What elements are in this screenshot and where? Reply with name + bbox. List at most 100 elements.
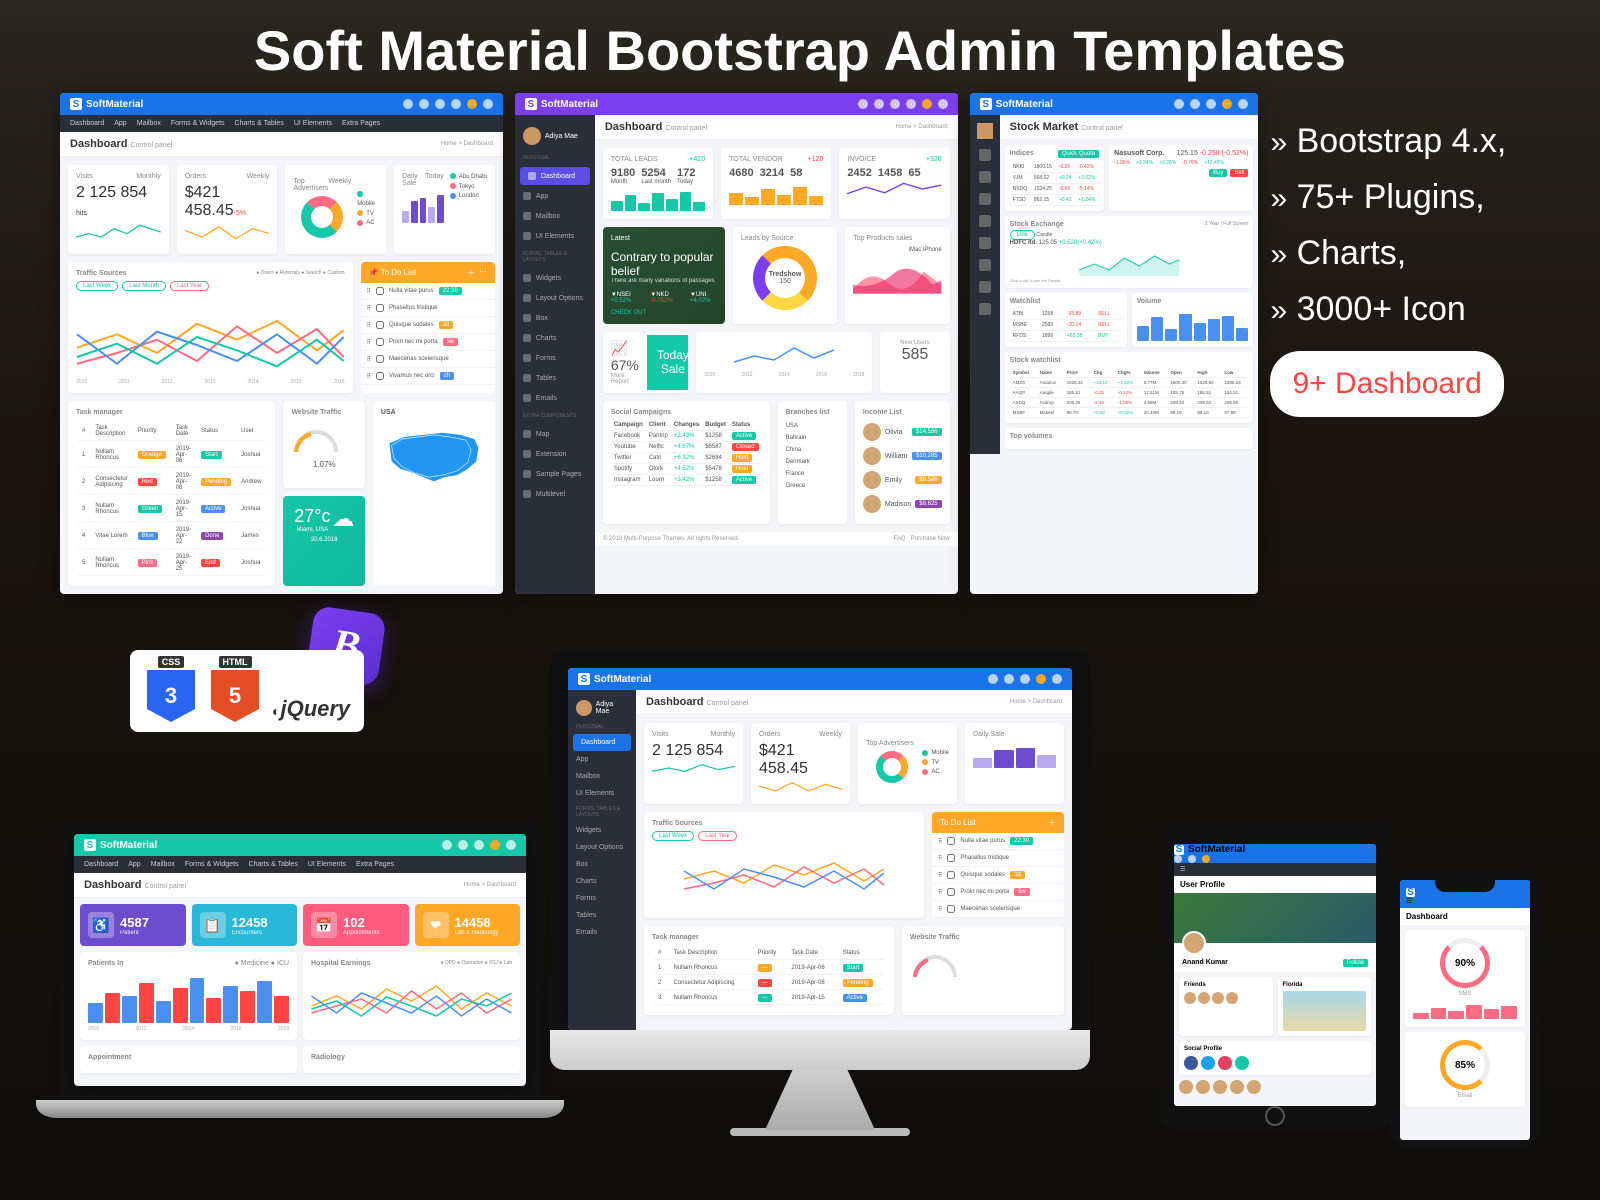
more-icon[interactable]: ⋯ [479,267,487,278]
tab-candle[interactable]: Candle [1036,232,1052,238]
sell-button[interactable]: Sell [1230,169,1248,177]
html5-logo-icon: 5 [211,670,259,722]
sidebar-icon[interactable] [979,281,991,293]
sidebar-item-sample[interactable]: Sample Pages [515,465,595,483]
social-icon[interactable] [1235,1056,1249,1070]
sidebar-item-ui[interactable]: UI Elements [515,227,595,245]
search-icon[interactable] [403,99,413,109]
flag-icon[interactable] [451,99,461,109]
nav-charts[interactable]: Charts & Tables [235,120,284,127]
task-manager: Task manager #Task DescriptionPriorityTa… [68,401,275,586]
nav-forms[interactable]: Forms & Widgets [171,120,225,127]
sidebar-icon[interactable] [979,215,991,227]
laptop-mockup: SSoftMaterial DashboardAppMailboxForms &… [60,820,540,1118]
invoice-card: INVOICE+3202452145865 [839,148,949,219]
avatar[interactable] [467,99,477,109]
sidebar-item-layout[interactable]: Layout Options [515,289,595,307]
quick-quote-button[interactable]: Quick Quote [1058,150,1099,158]
flag-icon[interactable] [906,99,916,109]
sidebar-icon[interactable] [979,259,991,271]
chip-year[interactable]: Last Year [170,281,209,291]
follow-button[interactable]: Follow [1343,959,1368,967]
instagram-icon[interactable] [1218,1056,1232,1070]
sidebar: Adiya Mae PERSONAL Dashboard App Mailbox… [515,115,595,594]
clipboard-icon: 📋 [200,912,226,938]
sidebar-icon[interactable] [979,193,991,205]
sidebar-icon[interactable] [979,237,991,249]
purchase-link[interactable]: Purchase Now [911,536,950,542]
add-todo-icon[interactable]: ＋ [467,267,475,278]
twitter-icon[interactable] [1201,1056,1215,1070]
radiology-card: Radiology [303,1046,520,1073]
sidebar-item-emails[interactable]: Emails [515,389,595,407]
sidebar-icon[interactable] [979,171,991,183]
tab-line[interactable]: Line [1010,230,1035,240]
sidebar-item-extension[interactable]: Extension [515,445,595,463]
checkout-link[interactable]: CHECK OUT [611,310,717,316]
top-volumes-card: Top volumes [1005,428,1254,449]
faq-link[interactable]: FAQ [894,536,906,542]
nav-ui[interactable]: UI Elements [294,120,332,127]
imac-mockup: SSoftMaterial Adiya Mae PERSONAL Dashboa… [550,650,1090,1136]
todo-item[interactable]: ⠿Vivamus nec orci2h [361,368,495,385]
search-icon[interactable] [858,99,868,109]
stock-exchange-card: Stock Exchange1 Year | Full ScreenLine C… [1005,216,1254,288]
chip-month[interactable]: Last Month [122,281,166,291]
bell-icon[interactable] [435,99,445,109]
todo-item[interactable]: ⠿Quisque sodales3d [361,317,495,334]
todo-item[interactable]: ⠿Proin nec mi porta5w [361,334,495,351]
menu-icon[interactable]: ☰ [1406,898,1412,905]
usa-map-card: USA [373,401,495,586]
sidebar-item-map[interactable]: Map [515,425,595,443]
todo-item[interactable]: ⠿Phasellus tristique [361,300,495,317]
chip-week[interactable]: Last Week [76,281,118,291]
mail-icon[interactable] [419,99,429,109]
sidebar-item-tables[interactable]: Tables [515,369,595,387]
website-traffic-card: Website Traffic1.07% [283,401,364,488]
leads-source-card: Leads by SourceTredshow150 [733,227,837,324]
sidebar-icon[interactable] [979,149,991,161]
sidebar-item-charts[interactable]: Charts [515,329,595,347]
vendor-card: TOTAL VENDOR+1204680321458 [721,148,831,219]
settings-icon[interactable] [483,99,493,109]
avatar[interactable] [922,99,932,109]
template-preview-1: SSoftMaterial Dashboard App Mailbox Form… [60,93,503,594]
template-preview-3: SSoftMaterial Stock Market Control panel… [970,93,1259,594]
stock-watchlist-card: Stock watchlist SymbolNamePriceChgChg%Vo… [1005,352,1254,423]
nav-mailbox[interactable]: Mailbox [137,120,161,127]
todo-item[interactable]: ⠿Maecenas scelerisque [361,351,495,368]
sidebar-item-mailbox[interactable]: Mailbox [515,207,595,225]
table-row: 4Vitae LoremBlue2019-Apr-22DoneJames [78,524,265,549]
nav-app[interactable]: App [114,120,126,127]
avatar[interactable] [977,123,993,139]
nav-dashboard[interactable]: Dashboard [70,120,104,127]
sidebar-item-dashboard[interactable]: Dashboard [573,734,631,751]
sidebar-item-dashboard[interactable]: Dashboard [520,167,590,185]
facebook-icon[interactable] [1184,1056,1198,1070]
sidebar-item-widgets[interactable]: Widgets [515,269,595,287]
nav-extra[interactable]: Extra Pages [342,120,380,127]
todo-item[interactable]: ⠿Nulla vitae purus22:30 [361,283,495,300]
stat-card-encounters: 📋12458Encounters [192,904,298,946]
sidebar-item-forms[interactable]: Forms [515,349,595,367]
breadcrumb: Home > Dashboard [441,141,493,147]
sidebar-item-app[interactable]: App [515,187,595,205]
dashboard-count-pill: 9+ Dashboard [1270,351,1503,417]
template-preview-2: SSoftMaterial Adiya Mae PERSONAL Dashboa… [515,93,958,594]
campaigns-card: Social CampaignsCampaignClientChangesBud… [603,401,770,524]
bell-icon[interactable] [890,99,900,109]
sidebar-icon[interactable] [979,303,991,315]
page-heading: Dashboard Control panel [70,138,172,150]
volume-card: Volume [1132,293,1254,347]
settings-icon[interactable] [938,99,948,109]
calendar-icon: 📅 [311,912,337,938]
sidebar-item-multilevel[interactable]: Multilevel [515,485,595,503]
visits-card: VisitsMonthly2 125 854 hits [68,165,169,254]
today-sale-card: 📈 67%More ReportToday Sale [603,332,688,393]
topbar: SSoftMaterial [60,93,503,115]
sidebar-item-box[interactable]: Box [515,309,595,327]
stat-card-appointments: 📅102Appointments [303,904,409,946]
mail-icon[interactable] [874,99,884,109]
buy-button[interactable]: Buy [1209,169,1227,177]
leads-card: TOTAL LEADS+4209180Month5254Last month17… [603,148,713,219]
